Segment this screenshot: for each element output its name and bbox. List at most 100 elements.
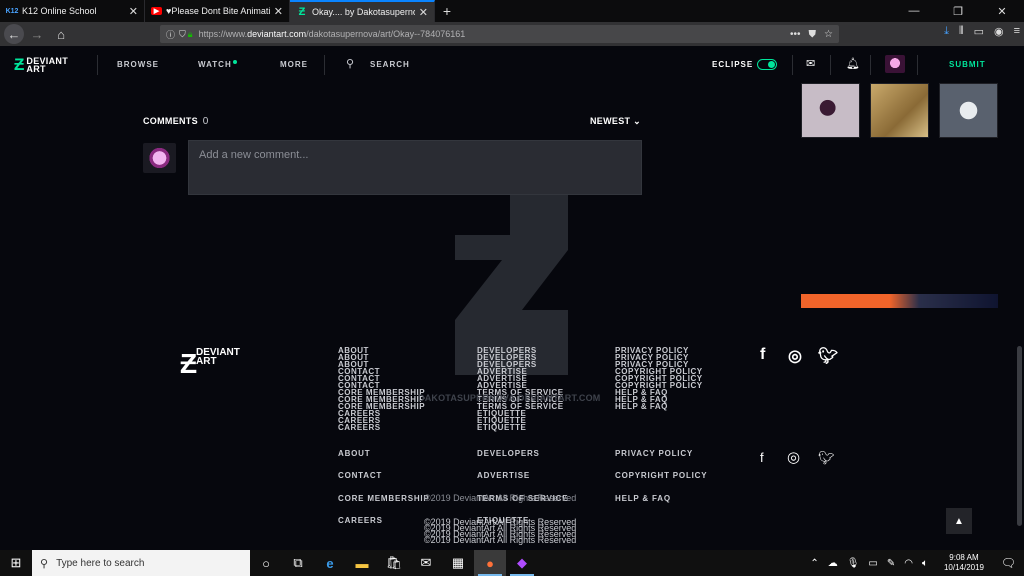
back-arrow-icon[interactable]: ←: [4, 24, 24, 44]
ghost-text: ETIQUETTE: [477, 423, 527, 432]
chevron-up-icon: ▲: [954, 515, 964, 527]
bell-icon[interactable]: 🔔︎: [846, 57, 860, 70]
user-avatar-icon[interactable]: [885, 55, 905, 73]
sort-dropdown[interactable]: NEWEST ⌄: [590, 116, 641, 127]
header-divider: [792, 55, 793, 75]
footer-link-about[interactable]: ABOUT: [338, 449, 370, 458]
tab-youtube[interactable]: ▶ ♥Please Dont Bite Animation ✕: [145, 0, 290, 22]
cortana-icon[interactable]: ○: [250, 550, 282, 576]
download-icon[interactable]: ⤓: [944, 25, 949, 38]
home-icon[interactable]: ⌂: [50, 23, 72, 45]
close-window-icon[interactable]: ✕: [980, 0, 1024, 22]
library-icon[interactable]: ⫴: [959, 25, 964, 38]
tab-k12[interactable]: K12 K12 Online School ✕: [0, 0, 145, 22]
mail-icon[interactable]: ✉: [806, 57, 815, 70]
onedrive-icon[interactable]: ☁: [828, 558, 838, 569]
new-tab-button[interactable]: +: [435, 0, 459, 22]
notification-center-icon[interactable]: 🗨︎: [1001, 556, 1016, 570]
facebook-icon[interactable]: f: [760, 450, 764, 465]
url-prefix: https://www.: [198, 29, 248, 39]
back-to-top-button[interactable]: ▲: [946, 508, 972, 534]
forward-arrow-icon[interactable]: →: [26, 23, 48, 45]
taskbar-clock[interactable]: 9:08 AM 10/14/2019: [944, 553, 984, 573]
pocket-icon[interactable]: ⛊: [809, 29, 817, 40]
eclipse-toggle[interactable]: [757, 59, 777, 70]
related-thumbnail[interactable]: [939, 83, 998, 138]
close-tab-icon[interactable]: ✕: [274, 5, 283, 18]
tab-deviantart[interactable]: Ƶ Okay.... by Dakotasupernova o ✕: [290, 0, 435, 22]
instagram-icon: ◎: [788, 348, 802, 365]
chevron-up-icon[interactable]: ⌃: [810, 558, 818, 569]
firefox-icon[interactable]: ●: [474, 550, 506, 576]
page-scrollbar[interactable]: [1014, 84, 1024, 550]
submit-button[interactable]: SUBMIT: [949, 60, 986, 69]
footer-link-core-membership[interactable]: CORE MEMBERSHIP: [338, 494, 430, 503]
header-divider: [97, 55, 98, 75]
bookmark-star-icon[interactable]: ☆: [824, 29, 833, 40]
footer-link-privacy[interactable]: PRIVACY POLICY: [615, 449, 693, 458]
footer-link-careers[interactable]: CAREERS: [338, 516, 383, 525]
ghost-text: ©2019 DeviantArt All Rights Reserved: [424, 535, 577, 545]
restore-icon[interactable]: ❐: [936, 0, 980, 22]
store-icon[interactable]: 🛍︎: [378, 550, 410, 576]
footer-link-help[interactable]: HELP & FAQ: [615, 494, 671, 503]
wifi-icon[interactable]: ◠: [904, 558, 913, 569]
microphone-icon[interactable]: 🎙︎: [847, 558, 860, 569]
file-explorer-icon[interactable]: ▬: [346, 550, 378, 576]
header-divider: [830, 55, 831, 75]
sidebar-icon[interactable]: ▭: [974, 25, 984, 38]
nav-browse[interactable]: BROWSE: [117, 60, 159, 69]
youtube-icon: ▶: [151, 7, 162, 15]
url-host: deviantart.com: [247, 29, 307, 39]
comments-title: COMMENTS: [143, 116, 198, 126]
tab-title: K12 Online School: [22, 6, 97, 16]
nav-watch-label: WATCH: [198, 60, 232, 69]
footer-link-developers[interactable]: DEVELOPERS: [477, 449, 540, 458]
sort-label: NEWEST: [590, 116, 631, 126]
related-thumbnail[interactable]: [801, 83, 860, 138]
comments-heading: COMMENTS 0: [143, 116, 209, 127]
site-header: Ƶ DEVIANT ART BROWSE WATCH MORE ⚲ SEARCH…: [0, 46, 1024, 84]
footer-logo[interactable]: Ƶ DEVIANT ART: [180, 346, 240, 382]
lock-icon: 🔒︎: [187, 28, 193, 39]
related-thumbnail[interactable]: [870, 83, 929, 138]
footer-ghost-social: f ◎ 🐦︎: [758, 346, 838, 376]
deviantart-logo[interactable]: Ƶ DEVIANT ART: [14, 55, 68, 75]
app-icon[interactable]: ◆: [506, 550, 538, 576]
nav-watch[interactable]: WATCH: [198, 60, 237, 69]
url-bar[interactable]: ⓘ ⛉ 🔒︎ https://www. deviantart.com/dakota…: [160, 25, 839, 43]
volume-icon[interactable]: 🔈︎: [922, 558, 928, 569]
info-icon[interactable]: ⓘ: [166, 28, 175, 41]
edge-icon[interactable]: e: [314, 550, 346, 576]
instagram-icon[interactable]: ◎: [787, 448, 800, 466]
minimize-icon[interactable]: —: [892, 0, 936, 22]
url-path: /dakotasupernova/art/Okay--784076161: [306, 29, 466, 39]
taskbar-search-input[interactable]: ⚲ Type here to search: [32, 550, 250, 576]
k12-icon: K12: [5, 7, 19, 15]
footer-logo-line2: ART: [196, 356, 217, 367]
search-icon[interactable]: ⚲: [346, 57, 354, 70]
deviantart-icon: Ƶ: [298, 6, 306, 18]
comment-input[interactable]: Add a new comment...: [188, 140, 642, 195]
footer-link-copyright[interactable]: COPYRIGHT POLICY: [615, 471, 707, 480]
task-view-icon[interactable]: ⧉: [282, 550, 314, 576]
menu-icon[interactable]: ≡: [1014, 25, 1020, 38]
mail-icon[interactable]: ✉: [410, 550, 442, 576]
close-tab-icon[interactable]: ✕: [129, 5, 138, 18]
windows-start-icon[interactable]: ⊞: [0, 550, 32, 576]
scrollbar-thumb[interactable]: [1017, 346, 1022, 526]
footer-link-contact[interactable]: CONTACT: [338, 471, 382, 480]
close-tab-icon[interactable]: ✕: [419, 6, 428, 19]
footer-ghost-column: ABOUT ABOUT ABOUT CONTACT CONTACT CONTAC…: [338, 347, 425, 432]
twitter-icon[interactable]: 🐦︎: [818, 450, 835, 466]
nav-more[interactable]: MORE: [280, 60, 308, 69]
footer-link-advertise[interactable]: ADVERTISE: [477, 471, 530, 480]
tracking-shield-icon[interactable]: ⛉: [179, 29, 186, 40]
pen-icon[interactable]: ✎: [887, 558, 895, 569]
battery-icon[interactable]: ▭: [868, 558, 877, 569]
page-actions-icon[interactable]: •••: [790, 29, 801, 40]
promo-banner[interactable]: [801, 294, 998, 308]
calculator-icon[interactable]: ▦: [442, 550, 474, 576]
search-input[interactable]: SEARCH: [370, 60, 410, 69]
account-icon[interactable]: ◉: [994, 25, 1004, 38]
